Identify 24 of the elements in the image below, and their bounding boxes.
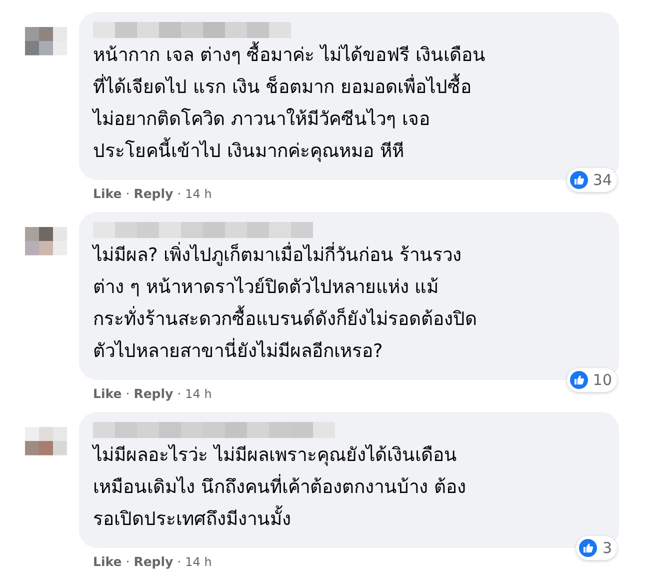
reaction-count[interactable]: 10 [566, 368, 617, 392]
separator-dot: · [177, 554, 182, 569]
comment-time: 14 h [185, 387, 212, 401]
separator-dot: · [177, 186, 182, 201]
comment-text: ไม่มีผลอะไรว่ะ ไม่มีผลเพราะคุณยังได้เงินเดือน เหมือนเดิมไง นึกถึงคนที่เค้าต้องตกงานบ้าง ต้อง รอเปิดประเทศถึงมีงานมั้ง [93, 443, 467, 532]
comment-text: หน้ากาก เจล ต่างๆ ซื้อมาค่ะ ไม่ได้ขอฟรี เงินเดือน ที่ได้เจียดไป แรก เงิน ช็อตมาก ยอมอดเพื่อไปซื้อ ไม่อยากติดโควิด ภาวนาให้มีวัคซีนไวๆ เจอ ประโยคนี้เข้าไป เงินมากค่ะคุณหมอ หีหี [93, 40, 605, 168]
separator-dot: · [126, 186, 130, 201]
reaction-count[interactable]: 3 [576, 536, 617, 560]
comment-text: ไม่มีผล? เพิ่งไปภูเก็ตมาเมื่อไม่กี่วันก่อน ร้านรวง ต่าง ๆ หน้าหาดราไวย์ปิดตัวไปหลายแห่ง แม้ กระทั่งร้านสะดวกซื้อแบรนด์ดังก็ยังไม่รอดต้องปิด ตัวไปหลายสาขานี่ยังไม่มีผลอีกเหรอ? [93, 240, 605, 368]
like-link[interactable]: Like [93, 554, 122, 569]
like-link[interactable]: Like [93, 386, 122, 401]
separator-dot: · [177, 386, 182, 401]
separator-dot: · [126, 554, 130, 569]
like-icon [578, 538, 598, 558]
like-icon [568, 170, 589, 190]
reply-link[interactable]: Reply [134, 554, 174, 569]
reaction-count[interactable]: 34 [566, 168, 617, 192]
like-link[interactable]: Like [93, 186, 122, 201]
reply-link[interactable]: Reply [134, 386, 174, 401]
reply-link[interactable]: Reply [134, 186, 174, 201]
comment-time: 14 h [185, 555, 212, 569]
separator-dot: · [126, 386, 130, 401]
like-icon [568, 370, 589, 390]
comment-time: 14 h [185, 187, 212, 201]
